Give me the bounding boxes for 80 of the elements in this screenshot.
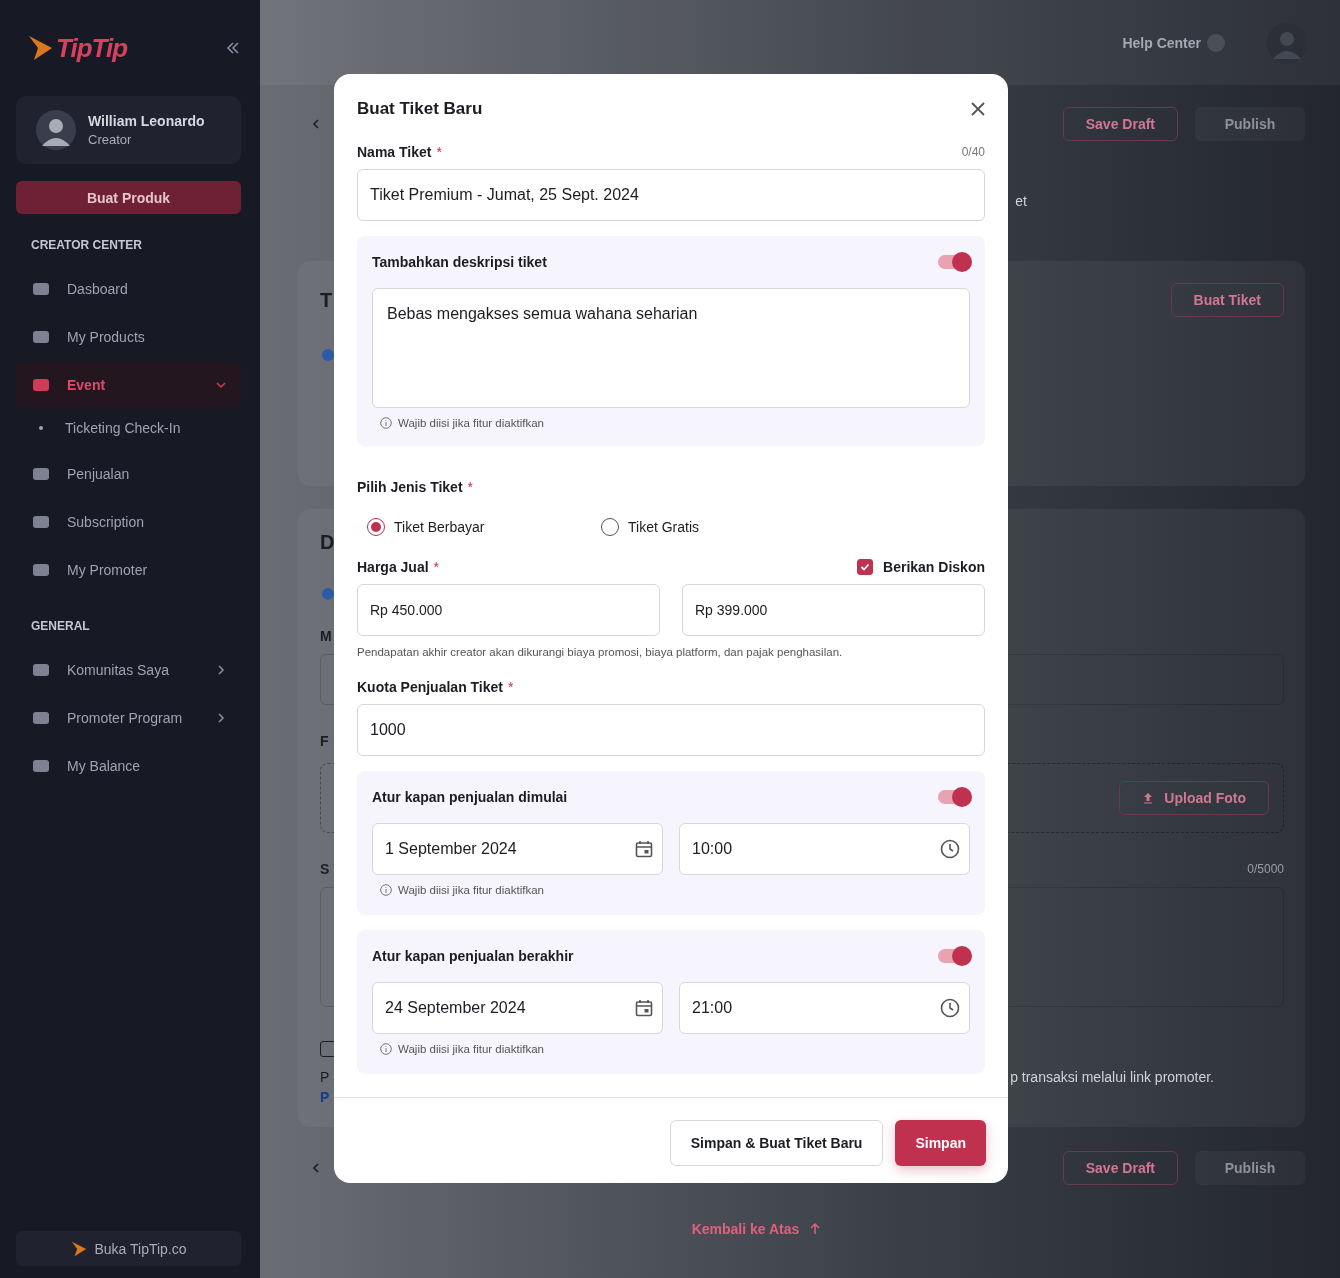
discount-price-input[interactable]: Rp 399.000 <box>682 584 985 636</box>
back-icon[interactable] <box>310 1162 322 1174</box>
ticket-name-input[interactable]: Tiket Premium - Jumat, 25 Sept. 2024 <box>357 169 985 221</box>
promoter-text: p transaksi melalui link promoter. <box>1010 1069 1214 1085</box>
field-label: S <box>320 860 330 877</box>
create-product-button[interactable]: Buat Produk <box>16 181 241 214</box>
modal-title: Buat Tiket Baru <box>357 99 483 119</box>
hint-text: Wajib diisi jika fitur diaktifkan <box>398 1043 544 1055</box>
radio-option[interactable]: Tiket Gratis <box>601 518 835 536</box>
upload-icon <box>1142 791 1155 804</box>
section-title: GENERAL <box>30 618 91 635</box>
help-center-link[interactable]: Help Center <box>1122 34 1201 51</box>
toggle-switch[interactable] <box>938 949 970 963</box>
section-label: Atur kapan penjualan dimulai <box>372 789 568 805</box>
field-label: M <box>320 627 332 644</box>
clock-icon <box>940 839 960 859</box>
section-label: Tambahkan deskripsi tiket <box>372 254 547 270</box>
character-counter: 0/5000 <box>1247 861 1284 876</box>
hint-text: Wajib diisi jika fitur diaktifkan <box>398 417 544 429</box>
quota-input[interactable]: 1000 <box>357 704 985 756</box>
nav-item[interactable]: Promoter Program <box>16 695 241 740</box>
field-label: Pilih Jenis Tiket <box>357 479 463 495</box>
nav-item[interactable]: Subscription <box>16 499 241 544</box>
page-action-button[interactable]: Publish <box>1195 1151 1305 1185</box>
modal-button[interactable]: Simpan & Buat Tiket Baru <box>669 1120 884 1166</box>
nav-item[interactable]: Dasboard <box>16 266 241 311</box>
clock-icon <box>940 998 960 1018</box>
character-counter: 0/40 <box>961 145 985 159</box>
radio-option[interactable]: Tiket Berbayar <box>367 518 601 536</box>
page-action-button[interactable]: Publish <box>1195 107 1305 141</box>
logo-text: TipTip <box>56 32 128 64</box>
avatar <box>36 110 76 150</box>
profile-card[interactable]: William Leonardo Creator <box>16 96 241 164</box>
upload-photo-button[interactable]: Upload Foto <box>1119 780 1269 815</box>
toggle-switch[interactable] <box>938 255 970 269</box>
calendar-icon <box>635 840 653 858</box>
required-mark: * <box>436 144 442 160</box>
visit-site-button[interactable]: Buka TipTip.co <box>16 1231 241 1266</box>
date-field[interactable]: 24 September 2024 <box>372 982 663 1034</box>
calendar-icon <box>635 999 653 1017</box>
note-text: Pendapatan akhir creator akan dikurangi biaya promosi, biaya platform, dan pajak penghasilan. <box>357 646 844 658</box>
field-label: Harga Jual <box>357 559 429 575</box>
section-title: CREATOR CENTER <box>30 237 143 254</box>
required-mark: * <box>508 679 514 695</box>
required-mark: * <box>433 559 440 575</box>
toggle-switch[interactable] <box>938 790 970 804</box>
page-action-button[interactable]: Save Draft <box>1062 1151 1178 1185</box>
description-textarea[interactable]: Bebas mengakses semua wahana seharian <box>372 288 970 408</box>
user-name: William Leonardo <box>88 113 205 129</box>
time-field[interactable]: 21:00 <box>679 982 970 1034</box>
price-input[interactable]: Rp 450.000 <box>357 584 660 636</box>
create-ticket-button[interactable]: Buat Tiket <box>1170 283 1284 317</box>
user-role: Creator <box>88 132 133 147</box>
field-label: Nama Tiket <box>357 144 432 160</box>
card-heading: D <box>320 531 335 554</box>
time-field[interactable]: 10:00 <box>679 823 970 875</box>
nav-item[interactable]: Komunitas Saya <box>16 647 241 692</box>
field-label: Kuota Penjualan Tiket <box>357 679 503 695</box>
card-heading: T <box>320 288 333 312</box>
nav-item[interactable]: Event <box>16 362 241 407</box>
nav-item[interactable]: Penjualan <box>16 451 241 496</box>
close-icon[interactable] <box>971 102 985 116</box>
promoter-text: P <box>320 1069 330 1085</box>
arrow-up-icon <box>809 1223 822 1235</box>
date-field[interactable]: 1 September 2024 <box>372 823 663 875</box>
play-logo-icon <box>26 34 54 62</box>
modal-button[interactable]: Simpan <box>895 1120 986 1166</box>
nav-item[interactable]: My Products <box>16 314 241 359</box>
description-text: et <box>1015 193 1027 209</box>
back-icon[interactable] <box>310 118 322 130</box>
field-label: F <box>320 733 329 750</box>
collapse-icon[interactable] <box>225 40 241 56</box>
section-label: Atur kapan penjualan berakhir <box>372 948 574 964</box>
nav-item[interactable]: My Balance <box>16 743 241 788</box>
hint-text: Wajib diisi jika fitur diaktifkan <box>398 884 544 896</box>
submenu-item[interactable]: Ticketing Check-In <box>16 410 241 446</box>
nav-item[interactable]: My Promoter <box>16 547 241 592</box>
required-mark: * <box>467 479 473 495</box>
page-action-button[interactable]: Save Draft <box>1062 107 1178 141</box>
discount-checkbox[interactable]: Berikan Diskon <box>857 559 985 575</box>
